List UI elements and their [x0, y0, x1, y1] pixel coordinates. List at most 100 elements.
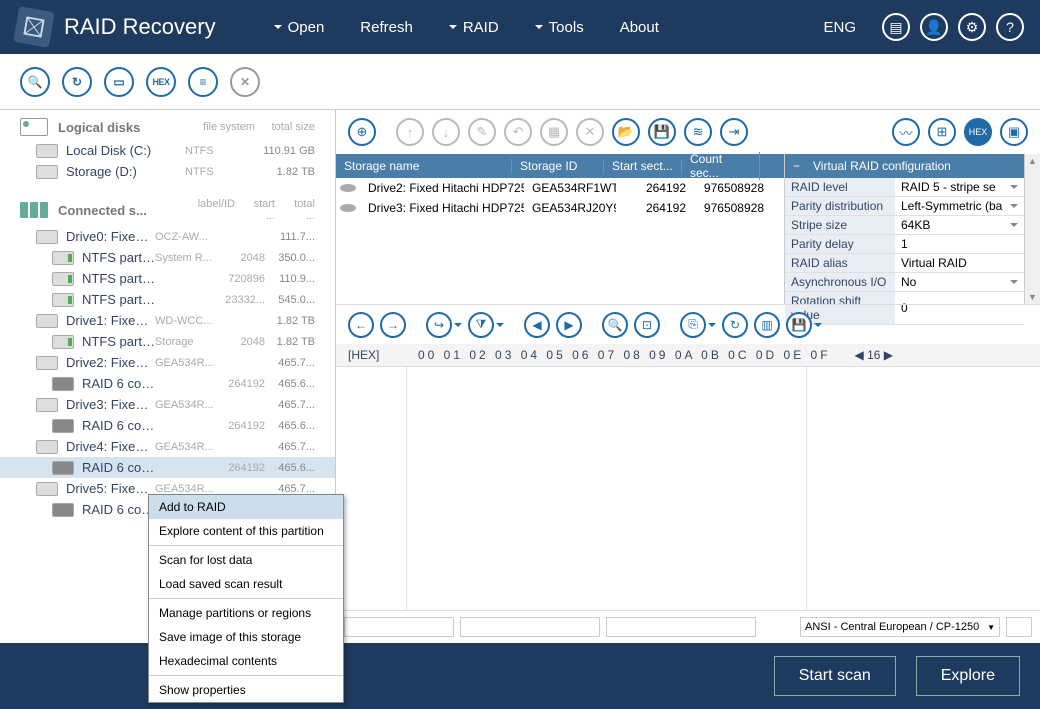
close-icon[interactable]: ✕	[230, 67, 260, 97]
reload-icon[interactable]: ↻	[722, 312, 748, 338]
save-icon[interactable]: 💾	[648, 118, 676, 146]
hex-view-icon[interactable]: HEX	[964, 118, 992, 146]
open-icon[interactable]: 📂	[612, 118, 640, 146]
down-icon[interactable]: ↓	[432, 118, 460, 146]
grid-icon[interactable]: ▦	[540, 118, 568, 146]
edit-icon[interactable]: ✎	[468, 118, 496, 146]
settings-icon[interactable]: ⚙	[958, 13, 986, 41]
top-bar: RAID Recovery OpenRefreshRAIDToolsAbout …	[0, 0, 1040, 54]
view-icon[interactable]: ≡	[188, 67, 218, 97]
connected-row[interactable]: NTFS partitionStorage20481.82 TB	[0, 331, 335, 352]
jump-icon[interactable]: ↪	[426, 312, 452, 338]
remove-icon[interactable]: ✕	[576, 118, 604, 146]
logical-disk-row[interactable]: Storage (D:)NTFS1.82 TB	[0, 161, 335, 182]
raid-config-row[interactable]: RAID aliasVirtual RAID	[785, 254, 1024, 273]
status-bar: ANSI - Central European / CP-1250▼	[336, 611, 1040, 643]
context-menu-item[interactable]: Explore content of this partition	[149, 519, 343, 543]
hex-mode-icon[interactable]: HEX	[146, 67, 176, 97]
context-menu-item[interactable]: Add to RAID	[149, 495, 343, 519]
connected-storages-header: Connected s... label/IDstart ...total ..…	[0, 194, 335, 226]
context-menu-item[interactable]: Manage partitions or regions	[149, 601, 343, 625]
hex-toolbar: ← → ↪ ⧩ ◀ ▶ 🔍 ⊡ ⎘ ↻ ▥ 💾	[336, 304, 1040, 344]
app-logo-icon	[13, 6, 55, 48]
drive-table-row[interactable]: Drive3: Fixed Hitachi HDP7250...GEA534RJ…	[336, 198, 784, 218]
context-menu-item[interactable]: Show properties	[149, 678, 343, 702]
connected-row[interactable]: NTFS partition23332...545.0...	[0, 289, 335, 310]
columns-icon[interactable]: ▥	[754, 312, 780, 338]
scroll-bar[interactable]: ▲▼	[1024, 154, 1040, 304]
middle-panels: Storage name Storage ID Start sect... Co…	[336, 154, 1040, 304]
encoding-selector[interactable]: ANSI - Central European / CP-1250▼	[800, 617, 1000, 637]
connected-row[interactable]: Drive2: Fixed ...GEA534R...465.7...	[0, 352, 335, 373]
status-box-1	[344, 617, 454, 637]
status-box-2	[460, 617, 600, 637]
export-icon[interactable]: ⇥	[720, 118, 748, 146]
connected-icon	[20, 202, 48, 218]
raid-config-row[interactable]: Parity distributionLeft-Symmetric (ba	[785, 197, 1024, 216]
connected-row[interactable]: RAID 6 com...264192465.6...	[0, 415, 335, 436]
search-icon[interactable]: 🔍	[20, 67, 50, 97]
copy-icon[interactable]: ⎘	[680, 312, 706, 338]
bookmark-icon[interactable]: ⧩	[468, 312, 494, 338]
connected-row[interactable]: Drive0: Fixed ...OCZ-AW...111.7...	[0, 226, 335, 247]
drive-table-row[interactable]: Drive2: Fixed Hitachi HDP7250...GEA534RF…	[336, 178, 784, 198]
raid-config-row[interactable]: Stripe size64KB	[785, 216, 1024, 235]
connected-row[interactable]: NTFS partition720896110.9...	[0, 268, 335, 289]
help-icon[interactable]: ?	[996, 13, 1024, 41]
menu-about[interactable]: About	[602, 19, 677, 36]
context-menu-item[interactable]: Load saved scan result	[149, 572, 343, 596]
explore-button[interactable]: Explore	[916, 656, 1020, 696]
logical-disk-row[interactable]: Local Disk (C:)NTFS110.91 GB	[0, 140, 335, 161]
next-icon[interactable]: ▶	[556, 312, 582, 338]
right-pane: ⊕ ↑ ↓ ✎ ↶ ▦ ✕ 📂 💾 ≋ ⇥ 〰 ⊞ HEX ▣ Storage …	[336, 110, 1040, 643]
raid-config-row[interactable]: Asynchronous I/ONo	[785, 273, 1024, 292]
list-icon[interactable]: ▭	[104, 67, 134, 97]
find-icon[interactable]: 🔍	[602, 312, 628, 338]
connected-row[interactable]: RAID 6 com...264192465.6...	[0, 457, 335, 478]
hex-header: [HEX] 00 01 02 03 04 05 06 07 08 09 0A 0…	[336, 344, 1040, 366]
logical-disks-header: Logical disks file systemtotal size	[0, 114, 335, 140]
activity-icon[interactable]: 〰	[892, 118, 920, 146]
menu-bar: OpenRefreshRAIDToolsAbout	[256, 19, 677, 36]
app-title: RAID Recovery	[64, 14, 216, 40]
menu-open[interactable]: Open	[256, 19, 343, 36]
raid-config-panel: −Virtual RAID configuration RAID levelRA…	[784, 154, 1024, 304]
context-menu-item[interactable]: Hexadecimal contents	[149, 649, 343, 673]
target-icon[interactable]: ⊕	[348, 118, 376, 146]
panel-icon[interactable]: ▤	[882, 13, 910, 41]
connected-row[interactable]: NTFS partitionSystem R...2048350.0...	[0, 247, 335, 268]
raid-config-row[interactable]: Parity delay1	[785, 235, 1024, 254]
language-selector[interactable]: ENG	[823, 19, 856, 36]
menu-tools[interactable]: Tools	[517, 19, 602, 36]
connected-row[interactable]: Drive1: Fixed ...WD-WCC...1.82 TB	[0, 310, 335, 331]
menu-raid[interactable]: RAID	[431, 19, 517, 36]
undo-icon[interactable]: ↶	[504, 118, 532, 146]
connected-row[interactable]: RAID 6 com...264192465.6...	[0, 373, 335, 394]
drive-table-header: Storage name Storage ID Start sect... Co…	[336, 154, 784, 178]
hex-viewer[interactable]	[336, 366, 1040, 611]
context-menu: Add to RAIDExplore content of this parti…	[148, 494, 344, 703]
up-icon[interactable]: ↑	[396, 118, 424, 146]
status-box-5	[1006, 617, 1032, 637]
menu-refresh[interactable]: Refresh	[342, 19, 431, 36]
window-icon[interactable]: ▣	[1000, 118, 1028, 146]
right-toolbar: ⊕ ↑ ↓ ✎ ↶ ▦ ✕ 📂 💾 ≋ ⇥ 〰 ⊞ HEX ▣	[336, 110, 1040, 154]
back-icon[interactable]: ←	[348, 312, 374, 338]
raid-config-header: −Virtual RAID configuration	[785, 154, 1024, 178]
save-hex-icon[interactable]: 💾	[786, 312, 812, 338]
connected-row[interactable]: Drive4: Fixed ...GEA534R...465.7...	[0, 436, 335, 457]
forward-icon[interactable]: →	[380, 312, 406, 338]
zoom-icon[interactable]: ⊡	[634, 312, 660, 338]
chart-icon[interactable]: ⊞	[928, 118, 956, 146]
context-menu-item[interactable]: Scan for lost data	[149, 548, 343, 572]
user-icon[interactable]: 👤	[920, 13, 948, 41]
disk-icon	[20, 118, 48, 136]
refresh-icon[interactable]: ↻	[62, 67, 92, 97]
raid-config-row[interactable]: RAID levelRAID 5 - stripe se	[785, 178, 1024, 197]
status-box-3	[606, 617, 756, 637]
layers-icon[interactable]: ≋	[684, 118, 712, 146]
connected-row[interactable]: Drive3: Fixed ...GEA534R...465.7...	[0, 394, 335, 415]
start-scan-button[interactable]: Start scan	[774, 656, 896, 696]
prev-icon[interactable]: ◀	[524, 312, 550, 338]
context-menu-item[interactable]: Save image of this storage	[149, 625, 343, 649]
